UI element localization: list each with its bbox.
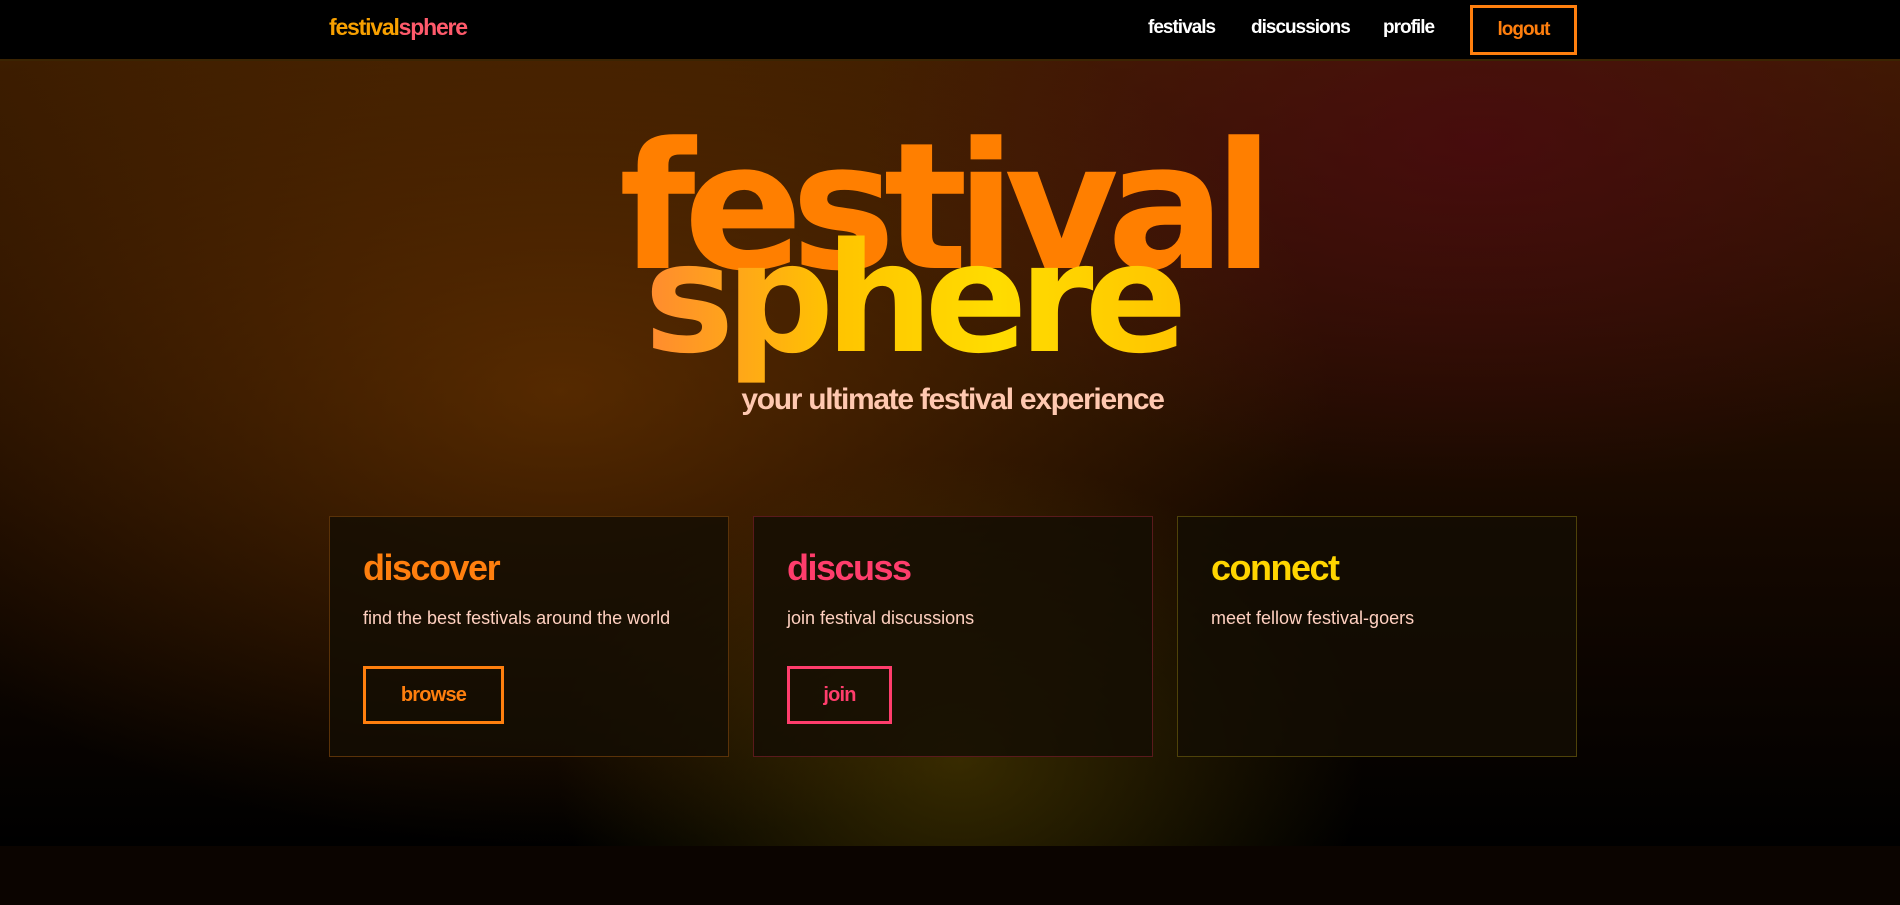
logout-button[interactable]: logout bbox=[1470, 5, 1577, 55]
nav-link-discussions[interactable]: discussions bbox=[1251, 17, 1351, 39]
nav-link-profile[interactable]: profile bbox=[1383, 17, 1435, 39]
page: festivalsphere festivals discussions pro… bbox=[0, 0, 1900, 905]
nav-link-festivals[interactable]: festivals bbox=[1148, 17, 1216, 39]
hero-section: festival sphere your ultimate festival e… bbox=[0, 61, 1900, 846]
footer-strip bbox=[0, 846, 1900, 905]
discuss-card-text: join festival discussions bbox=[787, 608, 975, 628]
hero-tagline: your ultimate festival experience bbox=[741, 383, 1165, 416]
browse-button[interactable]: browse bbox=[363, 666, 504, 724]
connect-card: connect meet fellow festival-goers bbox=[1177, 516, 1577, 757]
hero-title-sphere: sphere bbox=[644, 214, 1284, 384]
connect-card-title: connect bbox=[1211, 547, 1340, 588]
top-navigation-bar: festivalsphere festivals discussions pro… bbox=[0, 0, 1900, 61]
discuss-card-title: discuss bbox=[787, 547, 912, 588]
discuss-card: discuss join festival discussions join bbox=[753, 516, 1153, 757]
discover-card-title: discover bbox=[363, 547, 501, 588]
connect-card-text: meet fellow festival-goers bbox=[1211, 608, 1415, 628]
join-button[interactable]: join bbox=[787, 666, 892, 724]
brand-logo-part1: festival bbox=[329, 14, 400, 40]
brand-logo[interactable]: festivalsphere bbox=[329, 14, 468, 41]
discover-card: discover find the best festivals around … bbox=[329, 516, 729, 757]
discover-card-text: find the best festivals around the world bbox=[363, 608, 671, 628]
brand-logo-part2: sphere bbox=[398, 14, 468, 40]
